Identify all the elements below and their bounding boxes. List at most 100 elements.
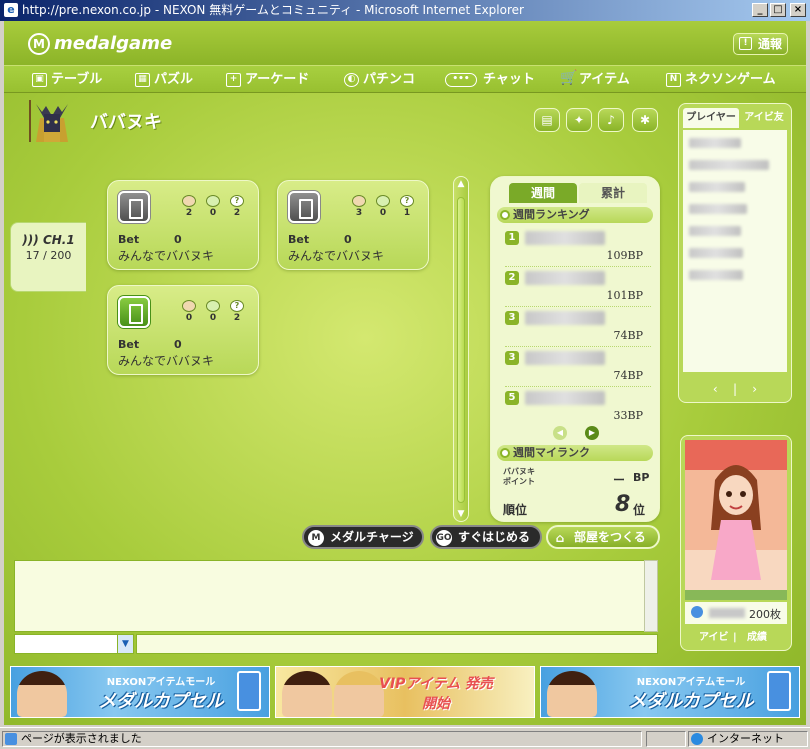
tab-aibi[interactable]: アイビ <box>699 630 729 646</box>
channel-count: 17 / 200 <box>25 249 72 262</box>
count: 2 <box>233 313 241 323</box>
rank-next-icon[interactable]: ▶ <box>585 426 599 440</box>
create-room-button[interactable]: ⌂ 部屋をつくる <box>546 525 660 549</box>
player-list-pager: ‹ | › <box>712 382 758 396</box>
scroll-up-icon[interactable]: ▲ <box>454 179 468 189</box>
tab-total[interactable]: 累計 <box>579 183 647 203</box>
channel-name-text: CH.1 <box>42 233 75 247</box>
tab-friends[interactable]: アイビ友 <box>739 108 789 128</box>
blurred-player-name[interactable] <box>689 138 741 148</box>
ranking-row[interactable]: 3 74BP <box>501 307 651 347</box>
ranking-panel: 週間 累計 週間ランキング 1 109BP 2 101BP 3 74BP 3 74BP … <box>490 176 660 522</box>
medal-charge-button[interactable]: M メダルチャージ <box>302 525 424 549</box>
dropdown-arrow-icon[interactable]: ▼ <box>117 635 133 653</box>
notice-button[interactable]: ! 通報 <box>733 33 788 55</box>
close-button[interactable]: × <box>790 3 806 17</box>
status-text: ページが表示されました <box>2 731 642 747</box>
blurred-player-name[interactable] <box>689 226 741 236</box>
count: 1 <box>403 208 411 218</box>
player-list-panel: プレイヤー アイビ友 ‹ | › <box>678 103 792 403</box>
rank-number: 1 <box>505 231 519 245</box>
rank-prev-icon[interactable]: ◀ <box>553 426 567 440</box>
nav-chat[interactable]: ••• チャット <box>445 70 535 90</box>
banner-medal-capsule[interactable]: NEXONアイテムモール メダルカプセル <box>540 666 800 718</box>
zone-label: インターネット <box>707 732 784 745</box>
door-closed-icon <box>118 191 150 223</box>
tab-weekly[interactable]: 週間 <box>509 183 577 203</box>
room-card[interactable]: 0 0 ? 2 Bet 0 みんなでババヌキ <box>107 285 259 375</box>
player-count-unknown: ? 1 <box>398 195 416 218</box>
rank-points: 101BP <box>606 289 643 302</box>
gear-icon: ✱ <box>639 113 651 127</box>
banner-top-text: NEXONアイテムモール <box>106 677 216 688</box>
nav-arcade[interactable]: + アーケード <box>226 70 309 90</box>
sound-button[interactable]: ♪ <box>598 108 624 132</box>
chat-log[interactable] <box>14 560 658 632</box>
bet-label: Bet <box>118 233 140 246</box>
anubis-avatar <box>29 100 68 142</box>
blurred-player-name[interactable] <box>689 204 747 214</box>
blurred-player-name[interactable] <box>689 248 743 258</box>
medalgame-logo[interactable]: M medalgame <box>28 33 172 55</box>
blurred-player-name[interactable] <box>689 270 743 280</box>
scroll-thumb[interactable] <box>457 197 465 503</box>
count: 0 <box>185 313 193 323</box>
scroll-down-icon[interactable]: ▼ <box>454 509 468 519</box>
minimize-button[interactable]: _ <box>752 3 768 17</box>
nav-item-shop[interactable]: 🛒 アイテム <box>560 70 630 90</box>
chat-icon: ••• <box>445 73 477 87</box>
tab-record[interactable]: 成績 <box>747 630 767 646</box>
ranking-row[interactable]: 5 33BP <box>501 387 651 427</box>
banner-vip-item[interactable]: VIPアイテム 発売開始 <box>275 666 535 718</box>
nav-table[interactable]: ▣ テーブル <box>32 70 102 90</box>
weekly-ranking-header: 週間ランキング <box>497 207 653 223</box>
chat-scrollbar[interactable] <box>644 560 658 632</box>
ranking-row[interactable]: 1 109BP <box>501 227 651 267</box>
room-card[interactable]: 2 0 ? 2 Bet 0 みんなでババヌキ <box>107 180 259 270</box>
my-rank-title: 週間マイランク <box>513 446 590 459</box>
settings-button[interactable]: ✱ <box>632 108 658 132</box>
rules-button[interactable]: ▤ <box>534 108 560 132</box>
banner-medal-capsule[interactable]: NEXONアイテムモール メダルカプセル <box>10 666 270 718</box>
avatar-image[interactable] <box>685 440 787 600</box>
room-card[interactable]: 3 0 ? 1 Bet 0 みんなでババヌキ <box>277 180 429 270</box>
blurred-player-name[interactable] <box>689 182 745 192</box>
window-title: http://pre.nexon.co.jp - NEXON 無料ゲームとコミュ… <box>22 3 524 17</box>
quick-start-button[interactable]: GO すぐはじめる <box>430 525 542 549</box>
nav-label: アイテム <box>579 72 630 87</box>
ranking-row[interactable]: 2 101BP <box>501 267 651 307</box>
room-title: ババヌキ <box>90 112 162 133</box>
house-icon: ⌂ <box>555 531 565 545</box>
banner-top-text: NEXONアイテムモール <box>636 677 746 688</box>
arcade-icon: + <box>226 73 241 87</box>
medal-icon <box>691 606 703 618</box>
nav-pachinko[interactable]: ◐ パチンコ <box>344 70 415 90</box>
banner-main-text: メダルカプセル <box>98 691 224 712</box>
rank-points: 109BP <box>606 249 643 262</box>
banner-main-text: VIPアイテム 発売開始 <box>379 676 493 712</box>
count: 0 <box>209 208 217 218</box>
chat-target-select[interactable]: ▼ <box>14 634 134 654</box>
help-button[interactable]: ✦ <box>566 108 592 132</box>
room-list-scrollbar[interactable]: ▲ ▼ <box>453 176 469 522</box>
nav-puzzle[interactable]: ▦ パズル <box>135 70 193 90</box>
position-value: 8 <box>615 492 631 517</box>
nav-nexon-game[interactable]: N ネクソンゲーム <box>666 70 776 90</box>
prev-page-icon[interactable]: ‹ <box>713 382 718 396</box>
maximize-button[interactable]: □ <box>770 3 786 17</box>
blurred-player-name[interactable] <box>689 160 769 170</box>
tab-players[interactable]: プレイヤー <box>683 108 739 128</box>
chat-input[interactable] <box>136 634 658 654</box>
male-icon <box>182 195 196 207</box>
count: 3 <box>355 208 363 218</box>
male-icon <box>182 300 196 312</box>
channel-tab[interactable]: ))) CH.1 17 / 200 <box>10 222 86 292</box>
capsule-box-icon <box>237 671 261 711</box>
points-unit: BP <box>633 471 650 484</box>
nav-label: パズル <box>154 72 194 87</box>
bet-value: 0 <box>174 338 182 351</box>
count: 0 <box>379 208 387 218</box>
ranking-row[interactable]: 3 74BP <box>501 347 651 387</box>
next-page-icon[interactable]: › <box>752 382 757 396</box>
banner-main-text: メダルカプセル <box>628 691 754 712</box>
